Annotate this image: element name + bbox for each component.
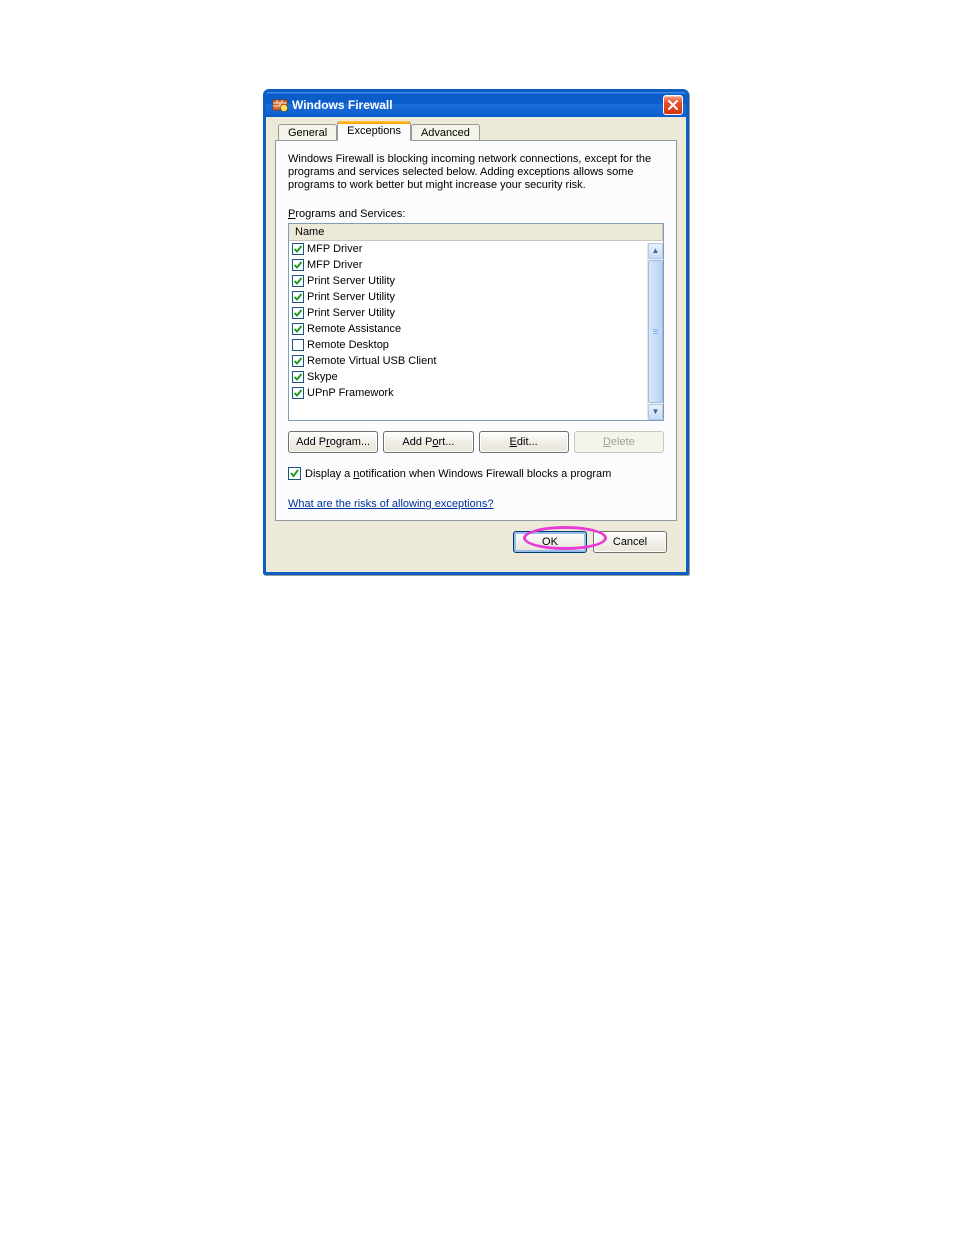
firewall-dialog: Windows Firewall General Exceptions Adva… [263,89,689,575]
window-title: Windows Firewall [292,98,663,112]
cancel-button[interactable]: Cancel [593,531,667,553]
list-item-label: MFP Driver [307,259,362,271]
list-item[interactable]: MFP Driver [289,241,663,257]
list-item-label: Remote Desktop [307,339,389,351]
risks-link[interactable]: What are the risks of allowing exception… [288,498,493,510]
list-item-checkbox[interactable] [292,355,304,367]
list-item[interactable]: Print Server Utility [289,289,663,305]
list-item-checkbox[interactable] [292,243,304,255]
list-item[interactable]: Print Server Utility [289,305,663,321]
list-item-checkbox[interactable] [292,275,304,287]
notify-row: Display a notification when Windows Fire… [288,467,664,480]
add-port-button[interactable]: Add Port... [383,431,473,453]
notify-label: Display a notification when Windows Fire… [305,468,611,480]
tab-strip: General Exceptions Advanced [275,124,677,141]
description-text: Windows Firewall is blocking incoming ne… [288,153,664,192]
list-item-checkbox[interactable] [292,307,304,319]
list-item-checkbox[interactable] [292,323,304,335]
dialog-footer: OK Cancel [275,521,677,563]
close-button[interactable] [663,95,683,115]
firewall-icon [272,97,288,113]
list-rows: MFP Driver MFP Driver Print Server Utility… [289,241,663,420]
list-item-label: Remote Virtual USB Client [307,355,436,367]
action-buttons-row: Add Program... Add Port... Edit... Delet… [288,431,664,453]
list-item-checkbox[interactable] [292,387,304,399]
scrollbar[interactable]: ▲ ▼ [647,243,663,420]
list-item[interactable]: Remote Assistance [289,321,663,337]
list-item[interactable]: Remote Desktop [289,337,663,353]
tab-exceptions[interactable]: Exceptions [337,121,411,141]
list-item-checkbox[interactable] [292,339,304,351]
list-item[interactable]: MFP Driver [289,257,663,273]
add-program-button[interactable]: Add Program... [288,431,378,453]
tab-panel-exceptions: Windows Firewall is blocking incoming ne… [275,140,677,521]
column-header-name[interactable]: Name [289,224,663,241]
titlebar[interactable]: Windows Firewall [266,92,686,117]
list-item[interactable]: Print Server Utility [289,273,663,289]
list-item-checkbox[interactable] [292,291,304,303]
list-label: Programs and Services: [288,208,664,220]
list-item-label: Print Server Utility [307,291,395,303]
list-item-checkbox[interactable] [292,259,304,271]
list-item[interactable]: Remote Virtual USB Client [289,353,663,369]
list-item-label: Skype [307,371,338,383]
scroll-down-button[interactable]: ▼ [648,404,663,420]
notify-checkbox[interactable] [288,467,301,480]
dialog-content: General Exceptions Advanced Windows Fire… [266,117,686,572]
tab-advanced[interactable]: Advanced [411,124,480,141]
ok-button[interactable]: OK [513,531,587,553]
list-item-label: Remote Assistance [307,323,401,335]
tab-general[interactable]: General [278,124,337,141]
list-item[interactable]: Skype [289,369,663,385]
scroll-up-button[interactable]: ▲ [648,243,663,259]
programs-listbox[interactable]: Name MFP Driver MFP Driver Print Server Ut… [288,223,664,421]
delete-button: Delete [574,431,664,453]
list-item[interactable]: UPnP Framework [289,385,663,401]
list-item-label: MFP Driver [307,243,362,255]
list-item-label: Print Server Utility [307,275,395,287]
list-item-label: UPnP Framework [307,387,394,399]
edit-button[interactable]: Edit... [479,431,569,453]
list-item-label: Print Server Utility [307,307,395,319]
scroll-thumb[interactable] [648,260,663,403]
list-item-checkbox[interactable] [292,371,304,383]
